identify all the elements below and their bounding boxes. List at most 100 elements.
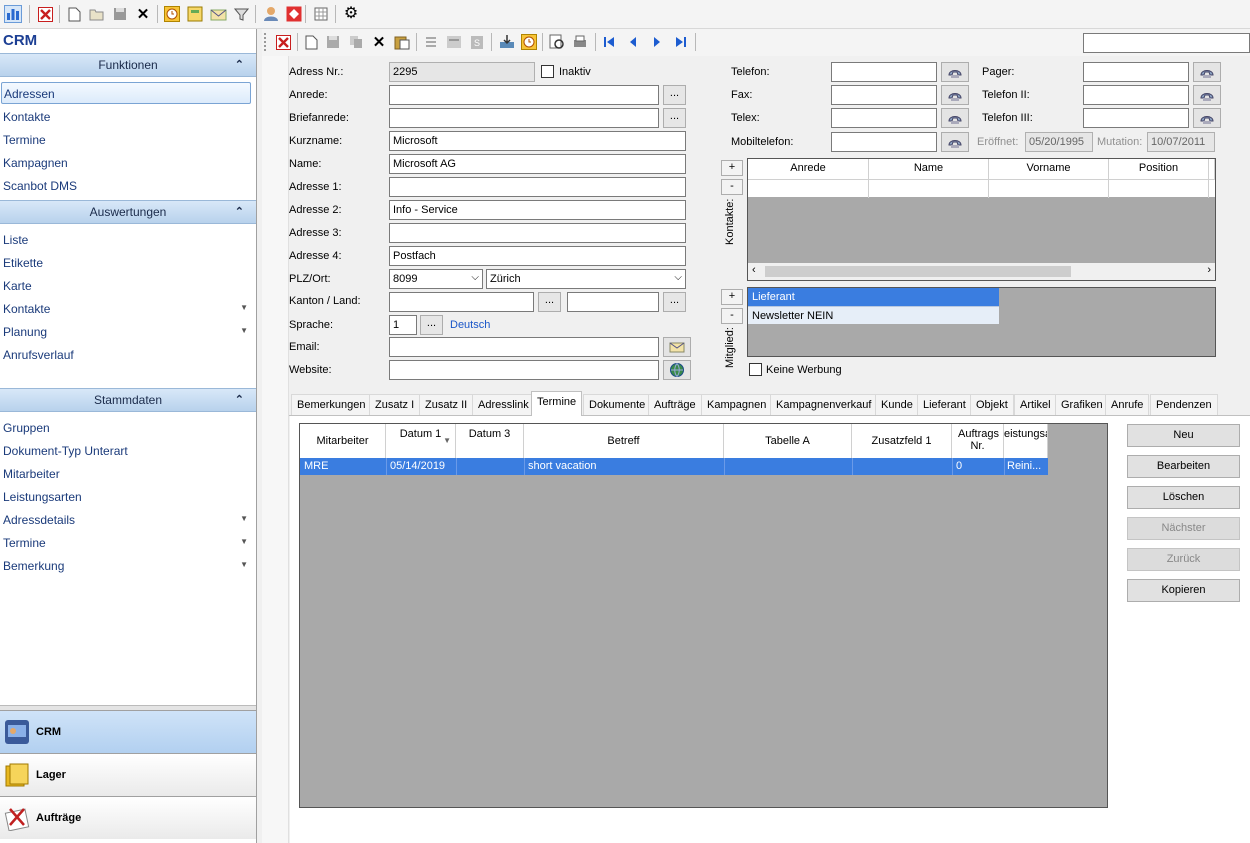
print-preview-icon[interactable] — [548, 33, 566, 51]
module-auftraege[interactable]: Aufträge — [0, 796, 256, 839]
sidebar-item-kontakte[interactable]: Kontakte — [0, 106, 256, 128]
sidebar-item-adressen[interactable]: Adressen — [1, 82, 251, 104]
clock-icon[interactable] — [520, 33, 538, 51]
sidebar-item-termine-stamm[interactable]: Termine ▼ — [0, 532, 256, 554]
column-header[interactable]: Zusatzfeld 1 — [852, 424, 952, 458]
tab-objekt[interactable]: Objekt — [970, 394, 1014, 415]
naechster-button[interactable]: Nächster — [1127, 517, 1240, 540]
new-doc-icon[interactable] — [65, 5, 83, 23]
gear-icon[interactable]: ⚙ — [342, 5, 360, 23]
sidebar-item-anrufsverlauf[interactable]: Anrufsverlauf — [0, 344, 256, 366]
table-row[interactable]: MRE 05/14/2019 short vacation 0 Reini... — [300, 458, 1048, 475]
telefon-field[interactable] — [831, 62, 937, 82]
sidebar-item-karte[interactable]: Karte — [0, 275, 256, 297]
website-field[interactable] — [389, 360, 659, 380]
document-s-icon[interactable]: S — [468, 33, 486, 51]
tab-zusatz-ii[interactable]: Zusatz II — [419, 394, 474, 415]
sidebar-item-scanbot-dms[interactable]: Scanbot DMS — [0, 175, 256, 197]
scroll-left-icon[interactable]: ‹ — [752, 264, 756, 276]
land-field[interactable] — [567, 292, 659, 312]
tab-grafiken[interactable]: Grafiken — [1055, 394, 1109, 415]
column-header[interactable]: Mitarbeiter — [300, 424, 386, 458]
tab-lieferant[interactable]: Lieferant — [917, 394, 972, 415]
phone-dial-icon[interactable] — [1193, 85, 1221, 105]
tab-kampagnen[interactable]: Kampagnen — [701, 394, 773, 415]
mail-icon[interactable] — [209, 5, 227, 23]
group-auswertungen[interactable]: Auswertungen ⌃ — [0, 200, 256, 224]
close-red-icon[interactable] — [274, 33, 292, 51]
last-record-icon[interactable] — [672, 33, 690, 51]
telex-field[interactable] — [831, 108, 937, 128]
column-header[interactable]: Auftrags Nr. — [952, 424, 1004, 458]
inaktiv-checkbox[interactable] — [541, 65, 554, 78]
column-header[interactable]: eistungsa 1 — [1004, 424, 1048, 458]
previous-record-icon[interactable] — [624, 33, 642, 51]
paste-icon[interactable] — [393, 33, 411, 51]
tab-artikel[interactable]: Artikel — [1014, 394, 1057, 415]
sidebar-item-kontakte-auswertung[interactable]: Kontakte ▼ — [0, 298, 256, 320]
list-item[interactable]: Newsletter NEIN — [748, 306, 999, 324]
column-header[interactable]: Datum 3 — [456, 424, 524, 458]
kontakte-add-button[interactable]: + — [721, 160, 743, 176]
phone-dial-icon[interactable] — [1193, 62, 1221, 82]
sidebar-item-bemerkung[interactable]: Bemerkung ▼ — [0, 555, 256, 577]
sidebar-item-liste[interactable]: Liste — [0, 229, 256, 251]
module-lager[interactable]: Lager — [0, 753, 256, 796]
anrede-field[interactable] — [389, 85, 659, 105]
clock-icon[interactable] — [163, 5, 181, 23]
adresse-1-field[interactable] — [389, 177, 686, 197]
import-icon[interactable] — [498, 33, 516, 51]
tab-bemerkungen[interactable]: Bemerkungen — [291, 394, 372, 415]
sidebar-item-leistungsarten[interactable]: Leistungsarten — [0, 486, 256, 508]
close-red-icon[interactable] — [36, 5, 54, 23]
save-icon[interactable] — [324, 33, 342, 51]
tab-zusatz-i[interactable]: Zusatz I — [369, 394, 421, 415]
mitglied-add-button[interactable]: + — [721, 289, 743, 305]
open-folder-icon[interactable] — [88, 5, 106, 23]
sprache-lookup-button[interactable]: ... — [420, 315, 443, 335]
red-diamond-icon[interactable] — [285, 5, 303, 23]
delete-x-icon[interactable]: ✕ — [134, 5, 152, 23]
tab-adresslink[interactable]: Adresslink — [472, 394, 535, 415]
tab-dokumente[interactable]: Dokumente — [583, 394, 652, 415]
sidebar-item-mitarbeiter[interactable]: Mitarbeiter — [0, 463, 256, 485]
phone-dial-icon[interactable] — [941, 108, 969, 128]
address-book-icon[interactable] — [186, 5, 204, 23]
new-doc-icon[interactable] — [302, 33, 320, 51]
phone-dial-icon[interactable] — [1193, 108, 1221, 128]
sidebar-item-termine[interactable]: Termine — [0, 129, 256, 151]
column-header[interactable]: Anrede — [748, 159, 869, 179]
adresse-2-field[interactable]: Info - Service — [389, 200, 686, 220]
neu-button[interactable]: Neu — [1127, 424, 1240, 447]
group-funktionen[interactable]: Funktionen ⌃ — [0, 53, 256, 77]
briefanrede-field[interactable] — [389, 108, 659, 128]
column-header[interactable]: Tabelle A — [724, 424, 852, 458]
briefanrede-lookup-button[interactable]: ... — [663, 108, 686, 128]
plz-select[interactable]: 8099 ⌵ — [389, 269, 483, 289]
keine-werbung-checkbox[interactable] — [749, 363, 762, 376]
land-lookup-button[interactable]: ... — [663, 292, 686, 312]
tab-kampagnenverkauf[interactable]: Kampagnenverkauf — [770, 394, 878, 415]
tab-kunde[interactable]: Kunde — [875, 394, 919, 415]
bearbeiten-button[interactable]: Bearbeiten — [1127, 455, 1240, 478]
grid-icon[interactable] — [312, 5, 330, 23]
sprache-field[interactable]: 1 — [389, 315, 417, 335]
group-stammdaten[interactable]: Stammdaten ⌃ — [0, 388, 256, 412]
sidebar-item-gruppen[interactable]: Gruppen — [0, 417, 256, 439]
kanton-field[interactable] — [389, 292, 534, 312]
tab-auftraege[interactable]: Aufträge — [648, 394, 702, 415]
print-icon[interactable] — [571, 33, 589, 51]
next-record-icon[interactable] — [648, 33, 666, 51]
first-record-icon[interactable] — [600, 33, 618, 51]
quick-search-input[interactable] — [1083, 33, 1250, 53]
save-icon[interactable] — [111, 5, 129, 23]
delete-x-icon[interactable]: ✕ — [370, 33, 388, 51]
adresse-4-field[interactable]: Postfach — [389, 246, 686, 266]
copy-icon[interactable] — [347, 33, 365, 51]
sidebar-item-planung[interactable]: Planung ▼ — [0, 321, 256, 343]
column-header[interactable]: Betreff — [524, 424, 724, 458]
phone-dial-icon[interactable] — [941, 132, 969, 152]
list-icon[interactable] — [422, 33, 440, 51]
column-header[interactable]: Name — [869, 159, 989, 179]
sidebar-item-dokument-typ[interactable]: Dokument-Typ Unterart — [0, 440, 256, 462]
